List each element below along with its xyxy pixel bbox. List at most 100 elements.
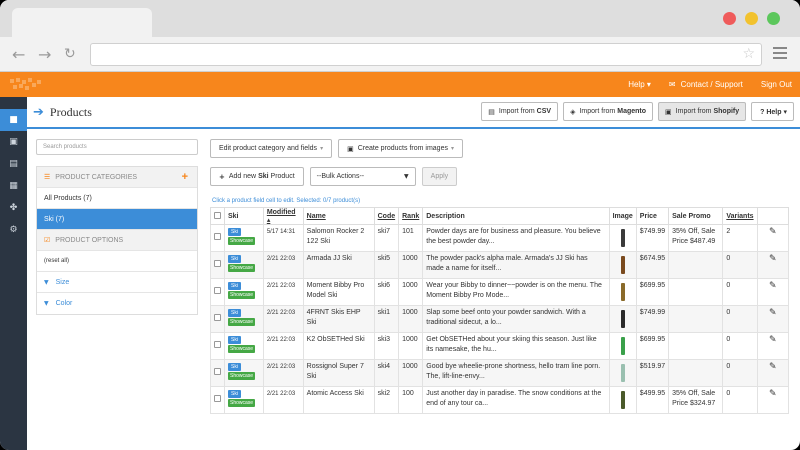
- import-shopify-button[interactable]: ▣ Import from Shopify: [658, 102, 747, 121]
- select-all-checkbox[interactable]: [214, 211, 221, 219]
- close-window-button[interactable]: [723, 12, 736, 25]
- showcase-tag[interactable]: Showcase: [228, 399, 256, 407]
- edit-pencil-icon[interactable]: ✎: [756, 386, 790, 414]
- name-cell[interactable]: Atomic Access Ski: [302, 386, 375, 414]
- code-cell[interactable]: ski5: [373, 251, 400, 279]
- add-category-icon[interactable]: +: [182, 171, 188, 183]
- rail-products-icon[interactable]: ■: [0, 109, 27, 131]
- row-checkbox[interactable]: [214, 233, 221, 240]
- table-row[interactable]: Ski Showcase 2/21 22:03 Moment Bibby Pro Mo…: [210, 278, 790, 306]
- search-products-input[interactable]: Search products: [36, 139, 198, 155]
- rank-cell[interactable]: 1000: [398, 278, 424, 306]
- row-checkbox[interactable]: [214, 287, 221, 294]
- description-cell[interactable]: Good bye wheelie-prone shortness, hello …: [422, 359, 610, 387]
- bulk-actions-select[interactable]: --Bulk Actions-- ▼: [309, 167, 416, 186]
- create-from-images-button[interactable]: ▣ Create products from images ▾: [338, 139, 463, 158]
- option-size[interactable]: ▼ Size: [37, 272, 197, 293]
- modified-cell[interactable]: 5/17 14:31: [262, 224, 304, 252]
- rank-cell[interactable]: 101: [398, 224, 424, 252]
- table-row[interactable]: Ski Showcase 2/21 22:03 4FRNT Skis EHP Ski s…: [210, 305, 790, 333]
- row-checkbox[interactable]: [214, 395, 221, 402]
- rank-cell[interactable]: 1000: [398, 332, 424, 360]
- row-checkbox[interactable]: [214, 368, 221, 375]
- browser-tab[interactable]: [12, 8, 152, 37]
- rail-gallery-icon[interactable]: ▦: [0, 175, 27, 197]
- import-csv-button[interactable]: ▤ Import from CSV: [481, 102, 559, 121]
- ski-tag[interactable]: Ski: [228, 255, 241, 263]
- image-cell[interactable]: [608, 251, 637, 279]
- rail-images-icon[interactable]: ▣: [0, 131, 27, 153]
- rank-cell[interactable]: 1000: [398, 359, 424, 387]
- modified-cell[interactable]: 2/21 22:03: [262, 332, 304, 360]
- edit-pencil-icon[interactable]: ✎: [756, 278, 790, 306]
- rail-settings-icon[interactable]: ⚙: [0, 219, 27, 241]
- description-cell[interactable]: The powder pack's alpha male. Armada's J…: [422, 251, 610, 279]
- price-cell[interactable]: $699.95: [635, 332, 670, 360]
- name-cell[interactable]: Salomon Rocker 2 122 Ski: [302, 224, 375, 252]
- forward-arrow-icon[interactable]: →: [38, 45, 51, 64]
- address-bar[interactable]: ☆: [90, 43, 762, 66]
- sale-promo-cell[interactable]: [668, 305, 724, 333]
- help-menu-link[interactable]: Help ▾: [628, 80, 651, 89]
- code-cell[interactable]: ski4: [373, 359, 400, 387]
- description-cell[interactable]: Get ObSETHed about your skiing this seas…: [422, 332, 610, 360]
- price-cell[interactable]: $749.99: [635, 305, 670, 333]
- price-cell[interactable]: $699.95: [635, 278, 670, 306]
- ski-tag[interactable]: Ski: [228, 363, 241, 371]
- rank-cell[interactable]: 1000: [398, 251, 424, 279]
- help-button[interactable]: ? Help ▾: [751, 102, 794, 121]
- rank-cell[interactable]: 1000: [398, 305, 424, 333]
- row-checkbox[interactable]: [214, 314, 221, 321]
- sale-promo-cell[interactable]: [668, 278, 724, 306]
- variants-cell[interactable]: 0: [722, 278, 758, 306]
- maximize-window-button[interactable]: [767, 12, 780, 25]
- edit-pencil-icon[interactable]: ✎: [756, 305, 790, 333]
- sale-promo-cell[interactable]: 35% Off, Sale Price $324.97: [668, 386, 724, 414]
- sale-promo-cell[interactable]: [668, 332, 724, 360]
- modified-cell[interactable]: 2/21 22:03: [262, 278, 304, 306]
- category-all-products[interactable]: All Products (7): [37, 188, 197, 209]
- image-cell[interactable]: [608, 224, 637, 252]
- edit-pencil-icon[interactable]: ✎: [756, 251, 790, 279]
- code-cell[interactable]: ski7: [373, 224, 400, 252]
- name-cell[interactable]: Armada JJ Ski: [302, 251, 375, 279]
- option-color[interactable]: ▼ Color: [37, 293, 197, 314]
- variants-cell[interactable]: 0: [722, 332, 758, 360]
- table-row[interactable]: Ski Showcase 5/17 14:31 Salomon Rocker 2 12…: [210, 224, 790, 252]
- sale-promo-cell[interactable]: [668, 251, 724, 279]
- description-cell[interactable]: Powder days are for business and pleasur…: [422, 224, 610, 252]
- table-row[interactable]: Ski Showcase 2/21 22:03 Rossignol Super 7 S…: [210, 359, 790, 387]
- ski-tag[interactable]: Ski: [228, 336, 241, 344]
- edit-pencil-icon[interactable]: ✎: [756, 332, 790, 360]
- column-header-sortable[interactable]: Modified ▴: [262, 207, 304, 225]
- table-row[interactable]: Ski Showcase 2/21 22:03 Armada JJ Ski ski5 10…: [210, 251, 790, 279]
- ski-tag[interactable]: Ski: [228, 228, 241, 236]
- column-header-sortable[interactable]: Variants: [722, 207, 758, 225]
- code-cell[interactable]: ski2: [373, 386, 400, 414]
- browser-menu-icon[interactable]: [773, 47, 787, 62]
- name-cell[interactable]: 4FRNT Skis EHP Ski: [302, 305, 375, 333]
- variants-cell[interactable]: 2: [722, 224, 758, 252]
- ski-tag[interactable]: Ski: [228, 390, 241, 398]
- name-cell[interactable]: K2 ObSETHed Ski: [302, 332, 375, 360]
- price-cell[interactable]: $749.99: [635, 224, 670, 252]
- showcase-tag[interactable]: Showcase: [228, 372, 256, 380]
- table-row[interactable]: Ski Showcase 2/21 22:03 K2 ObSETHed Ski ski3…: [210, 332, 790, 360]
- bookmark-star-icon[interactable]: ☆: [742, 46, 755, 62]
- price-cell[interactable]: $499.95: [635, 386, 670, 414]
- import-magento-button[interactable]: ◈ Import from Magento: [563, 102, 654, 121]
- ski-tag[interactable]: Ski: [228, 282, 241, 290]
- code-cell[interactable]: ski6: [373, 278, 400, 306]
- image-cell[interactable]: [608, 305, 637, 333]
- name-cell[interactable]: Rossignol Super 7 Ski: [302, 359, 375, 387]
- edit-pencil-icon[interactable]: ✎: [756, 224, 790, 252]
- row-checkbox[interactable]: [214, 341, 221, 348]
- price-cell[interactable]: $519.97: [635, 359, 670, 387]
- brand-logo-icon[interactable]: [8, 76, 48, 93]
- rail-integrations-icon[interactable]: ✤: [0, 197, 27, 219]
- price-cell[interactable]: $674.95: [635, 251, 670, 279]
- back-arrow-icon[interactable]: ←: [12, 45, 25, 64]
- edit-fields-button[interactable]: Edit product category and fields ▾: [210, 139, 333, 158]
- category-ski[interactable]: Ski (7): [37, 209, 197, 230]
- rail-pages-icon[interactable]: ▤: [0, 153, 27, 175]
